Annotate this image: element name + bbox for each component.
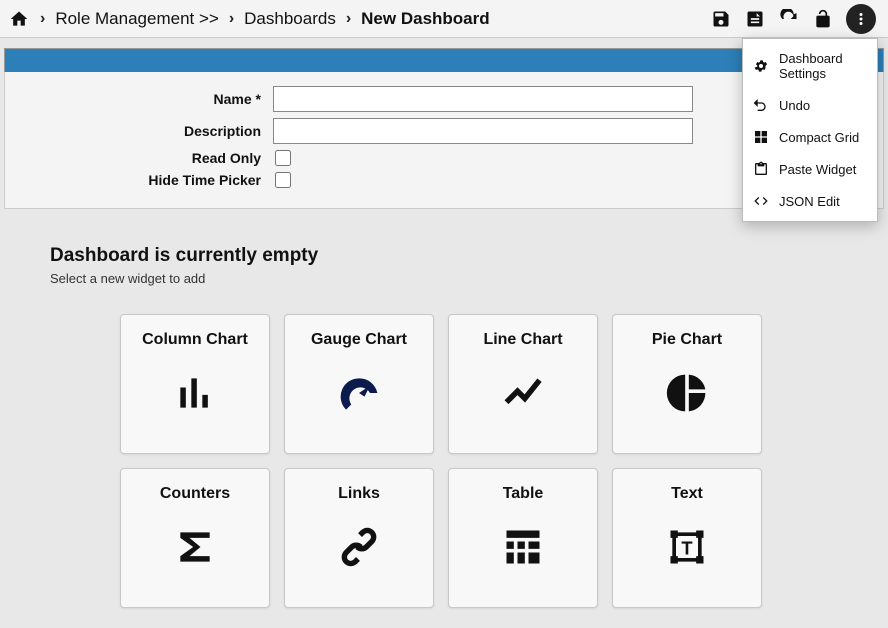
widget-links[interactable]: Links <box>284 468 434 608</box>
widget-counters[interactable]: Counters <box>120 468 270 608</box>
menu-dashboard-settings[interactable]: Dashboard Settings <box>743 43 877 89</box>
widget-pie-chart[interactable]: Pie Chart <box>612 314 762 454</box>
code-icon <box>753 193 769 209</box>
text-box-icon: T <box>665 525 709 569</box>
table-icon <box>501 525 545 569</box>
content-area: Dashboard is currently empty Select a ne… <box>0 209 888 628</box>
breadcrumb-section[interactable]: Dashboards <box>244 9 336 29</box>
description-label: Description <box>15 123 273 139</box>
link-icon <box>337 525 381 569</box>
menu-item-label: Compact Grid <box>779 130 859 145</box>
widget-column-chart[interactable]: Column Chart <box>120 314 270 454</box>
menu-item-label: JSON Edit <box>779 194 840 209</box>
widget-text[interactable]: Text T <box>612 468 762 608</box>
gauge-icon <box>337 371 381 415</box>
grid-icon <box>753 129 769 145</box>
paste-icon <box>753 161 769 177</box>
menu-paste-widget[interactable]: Paste Widget <box>743 153 877 185</box>
hide-timepicker-checkbox[interactable] <box>275 172 291 188</box>
more-menu-dropdown: Dashboard Settings Undo Compact Grid Pas… <box>742 38 878 222</box>
readonly-label: Read Only <box>15 150 273 166</box>
widget-grid: Column Chart Gauge Chart Line Chart Pie … <box>120 314 838 608</box>
widget-table[interactable]: Table <box>448 468 598 608</box>
menu-compact-grid[interactable]: Compact Grid <box>743 121 877 153</box>
menu-json-edit[interactable]: JSON Edit <box>743 185 877 217</box>
breadcrumb-current: New Dashboard <box>361 9 489 29</box>
save-icon[interactable] <box>710 8 732 30</box>
menu-item-label: Dashboard Settings <box>779 51 867 81</box>
breadcrumb-parent[interactable]: Role Management >> <box>55 9 219 29</box>
svg-text:T: T <box>681 537 692 558</box>
widget-label: Counters <box>160 485 230 503</box>
empty-subtitle: Select a new widget to add <box>50 271 838 286</box>
widget-label: Gauge Chart <box>311 331 407 349</box>
widget-label: Text <box>671 485 703 503</box>
top-bar: › Role Management >> › Dashboards › New … <box>0 0 888 38</box>
line-chart-icon <box>501 371 545 415</box>
chevron-right-icon: › <box>346 10 351 28</box>
name-input[interactable] <box>273 86 693 112</box>
reload-icon[interactable] <box>778 8 800 30</box>
breadcrumb: › Role Management >> › Dashboards › New … <box>8 8 710 30</box>
home-icon[interactable] <box>8 8 30 30</box>
name-label: Name * <box>15 91 273 107</box>
hide-timepicker-label: Hide Time Picker <box>15 172 273 188</box>
widget-gauge-chart[interactable]: Gauge Chart <box>284 314 434 454</box>
widget-label: Column Chart <box>142 331 248 349</box>
export-icon[interactable] <box>744 8 766 30</box>
chevron-right-icon: › <box>229 10 234 28</box>
widget-label: Table <box>503 485 544 503</box>
widget-label: Line Chart <box>483 331 562 349</box>
readonly-checkbox[interactable] <box>275 150 291 166</box>
pie-chart-icon <box>665 371 709 415</box>
undo-icon <box>753 97 769 113</box>
widget-line-chart[interactable]: Line Chart <box>448 314 598 454</box>
unlock-icon[interactable] <box>812 8 834 30</box>
menu-item-label: Undo <box>779 98 810 113</box>
gear-icon <box>753 58 769 74</box>
bar-chart-icon <box>173 371 217 415</box>
empty-title: Dashboard is currently empty <box>50 245 838 267</box>
sigma-icon <box>173 525 217 569</box>
widget-label: Pie Chart <box>652 331 722 349</box>
description-input[interactable] <box>273 118 693 144</box>
more-menu-button[interactable] <box>846 4 876 34</box>
toolbar <box>710 4 880 34</box>
chevron-right-icon: › <box>40 10 45 28</box>
menu-undo[interactable]: Undo <box>743 89 877 121</box>
widget-label: Links <box>338 485 380 503</box>
menu-item-label: Paste Widget <box>779 162 856 177</box>
